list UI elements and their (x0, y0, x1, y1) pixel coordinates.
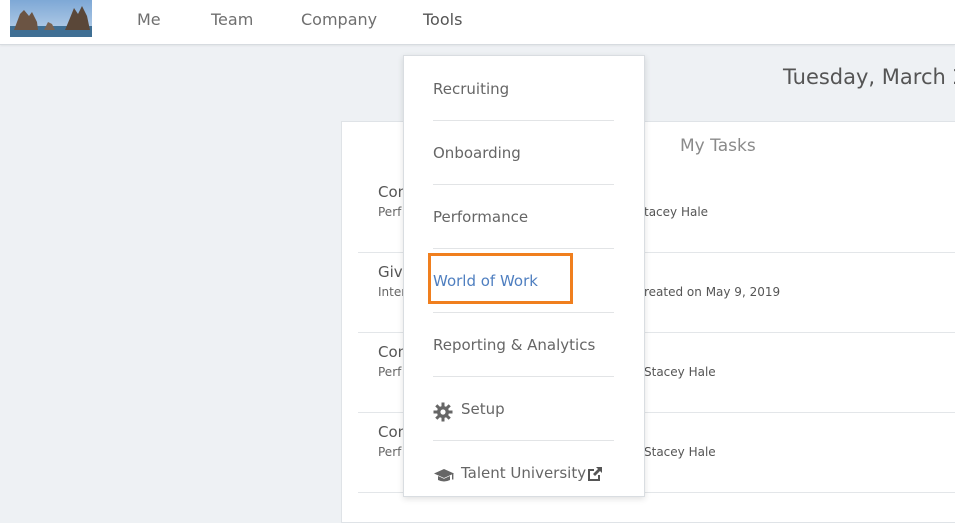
task-subtitle: Perf (378, 445, 402, 459)
task-meta: Stacey Hale (644, 445, 716, 459)
task-meta: tacey Hale (644, 205, 709, 219)
gear-icon (433, 402, 453, 426)
task-meta: reated on May 9, 2019 (644, 285, 781, 299)
task-subtitle: Perf (378, 365, 402, 379)
external-link-icon (586, 465, 604, 487)
menu-item-talent-university[interactable]: Talent University (433, 440, 614, 504)
menu-item-setup[interactable]: Setup (433, 376, 614, 441)
current-date: Tuesday, March 2 (783, 65, 955, 89)
menu-item-performance[interactable]: Performance (433, 184, 614, 249)
top-navigation-bar: Me Team Company Tools (0, 0, 955, 45)
menu-item-label: Recruiting (433, 80, 510, 98)
company-logo[interactable] (10, 0, 92, 37)
menu-item-onboarding[interactable]: Onboarding (433, 120, 614, 185)
menu-item-label: World of Work (433, 272, 538, 290)
task-subtitle: Inter (378, 285, 407, 299)
menu-item-label: Onboarding (433, 144, 521, 162)
menu-item-world-of-work[interactable]: World of Work (428, 248, 614, 313)
menu-item-label: Talent University (461, 464, 587, 482)
menu-item-reporting-analytics[interactable]: Reporting & Analytics (433, 312, 614, 377)
menu-item-recruiting[interactable]: Recruiting (433, 56, 614, 121)
menu-item-label: Reporting & Analytics (433, 336, 596, 354)
nav-me[interactable]: Me (137, 10, 161, 29)
graduation-cap-icon (433, 468, 455, 488)
task-subtitle: Perf (378, 205, 402, 219)
task-meta: Stacey Hale (644, 365, 716, 379)
menu-item-label: Setup (461, 400, 505, 418)
panel-title: My Tasks (680, 136, 756, 156)
menu-item-label: Performance (433, 208, 529, 226)
nav-company[interactable]: Company (301, 10, 377, 29)
nav-team[interactable]: Team (211, 10, 253, 29)
tools-dropdown-menu: Recruiting Onboarding Performance World … (403, 55, 645, 497)
nav-tools[interactable]: Tools (423, 10, 462, 29)
